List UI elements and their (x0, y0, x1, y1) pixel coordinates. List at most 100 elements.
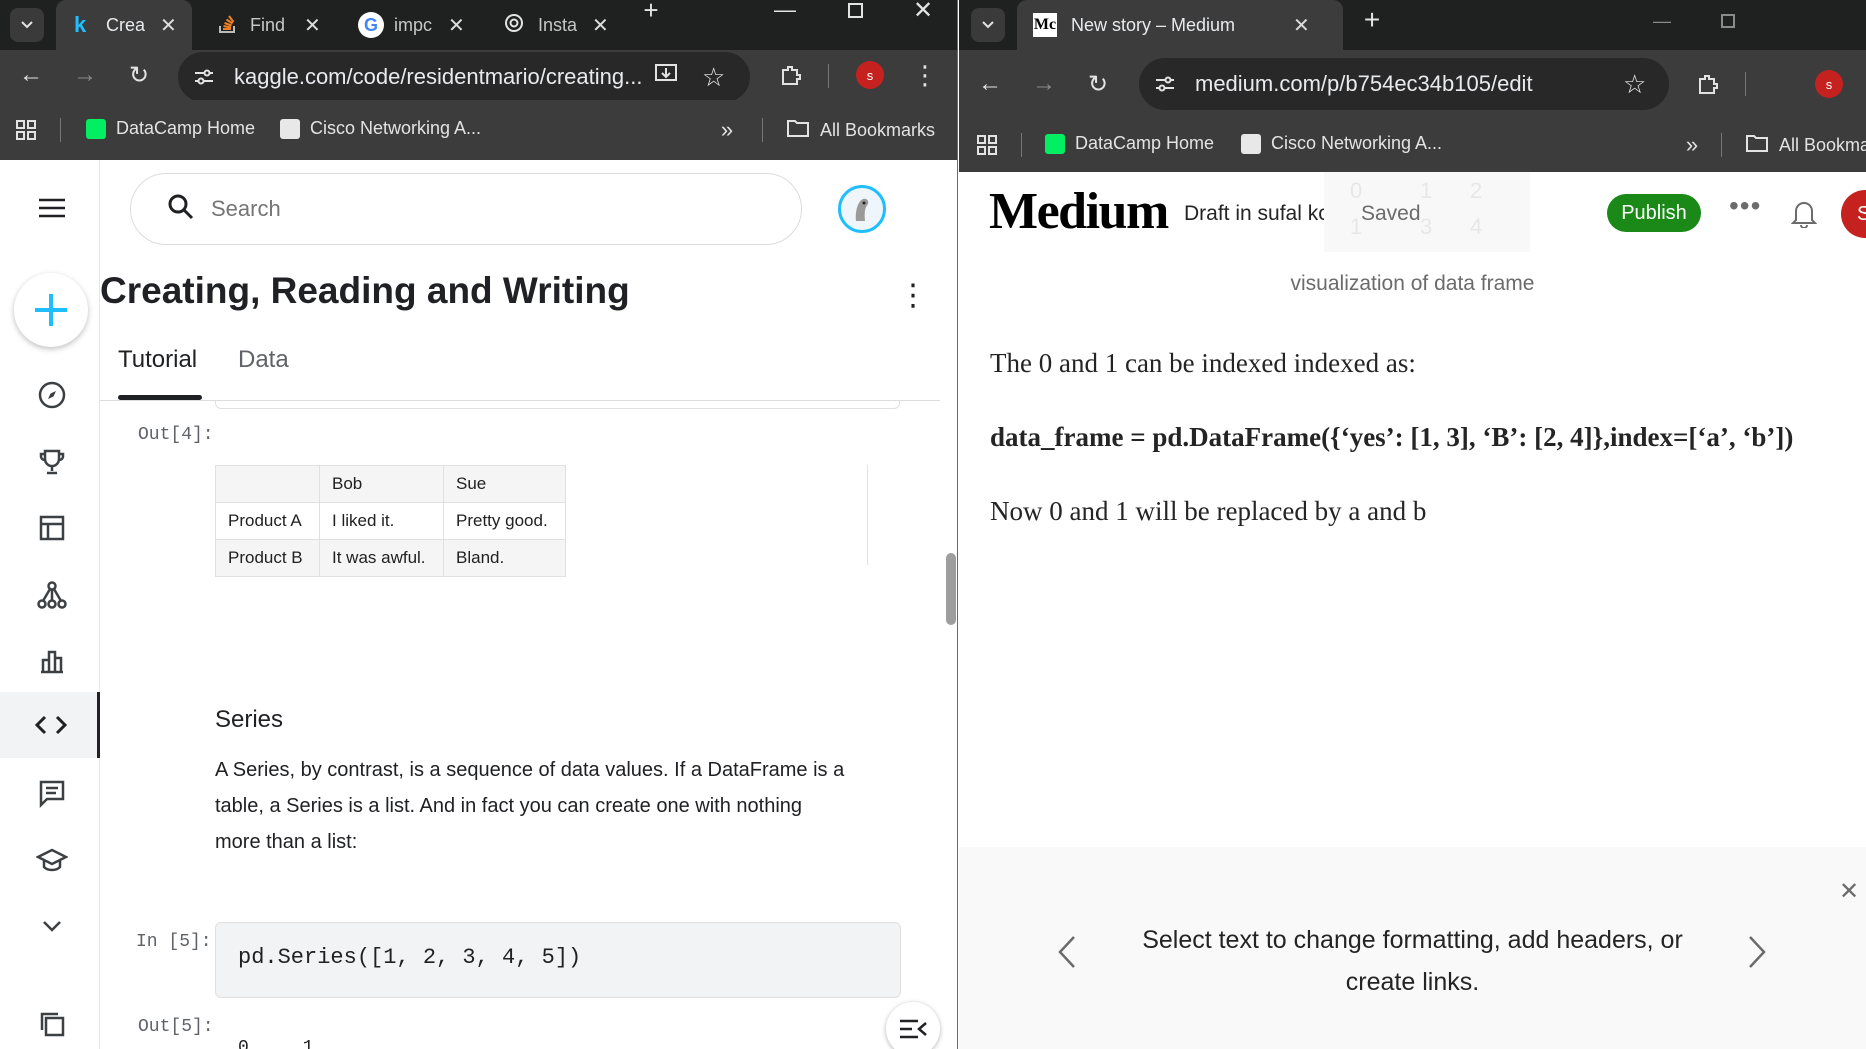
new-tab-plus-icon[interactable]: + (1357, 4, 1387, 35)
back-arrow-icon[interactable]: ← (16, 60, 46, 90)
datasets-table-icon[interactable] (30, 506, 74, 550)
more-vertical-icon[interactable]: ⋮ (898, 278, 928, 313)
sidebar-item-code[interactable] (0, 692, 100, 758)
more-vertical-icon[interactable]: ⋮ (910, 60, 940, 90)
trophy-icon[interactable] (30, 440, 74, 484)
story-paragraph[interactable]: Now 0 and 1 will be replaced by a and b (990, 496, 1426, 527)
search-input[interactable] (211, 196, 691, 222)
chevron-right-icon[interactable] (1747, 935, 1767, 974)
extensions-puzzle-icon[interactable] (776, 60, 806, 90)
bar-chart-icon[interactable] (30, 639, 74, 683)
maximize-icon[interactable] (840, 0, 870, 20)
series-output: 0 1 (238, 1038, 314, 1049)
user-avatar[interactable]: S (1841, 190, 1866, 238)
profile-avatar[interactable]: s (1815, 70, 1843, 98)
extensions-puzzle-icon[interactable] (1693, 69, 1723, 99)
medium-editor-page: Medium Draft in sufal kc 0 1 2 1 3 4 Sav… (959, 172, 1866, 1049)
tab-label: Insta (538, 14, 578, 35)
menu-hamburger-icon[interactable] (30, 186, 74, 230)
bookmark-cisco[interactable]: Cisco Networking A... (280, 118, 481, 139)
table-row: Product A I liked it. Pretty good. (215, 502, 566, 540)
your-work-icon[interactable] (30, 1002, 74, 1046)
url-text[interactable]: medium.com/p/b754ec34b105/edit (1195, 71, 1533, 97)
reload-icon[interactable]: ↻ (124, 60, 154, 90)
story-paragraph[interactable]: The 0 and 1 can be indexed indexed as: (990, 348, 1416, 379)
learn-graduation-cap-icon[interactable] (30, 838, 74, 882)
paragraph-line: A Series, by contrast, is a sequence of … (215, 759, 845, 781)
close-icon[interactable]: ✕ (592, 13, 609, 38)
close-icon[interactable]: ✕ (160, 13, 177, 38)
address-bar[interactable]: kaggle.com/code/residentmario/creating..… (178, 52, 750, 102)
saved-status: Saved (1361, 202, 1421, 225)
bookmark-star-icon[interactable]: ☆ (702, 62, 725, 93)
previous-cell-bottom (215, 401, 900, 409)
forward-arrow-icon[interactable]: → (1029, 69, 1059, 99)
reload-icon[interactable]: ↻ (1083, 69, 1113, 99)
new-tab-plus-icon[interactable]: + (636, 0, 666, 25)
kaggle-search-box[interactable] (130, 173, 802, 245)
all-bookmarks-button[interactable]: All Bookmarks (786, 118, 935, 143)
url-text[interactable]: kaggle.com/code/residentmario/creating..… (234, 64, 642, 90)
more-options-icon[interactable]: ••• (1729, 190, 1761, 222)
vertical-scrollbar-thumb[interactable] (946, 553, 956, 625)
image-caption[interactable]: visualization of data frame (959, 272, 1866, 296)
datacamp-icon (1045, 133, 1065, 154)
publish-button[interactable]: Publish (1607, 194, 1701, 232)
navigation-toolbar: ← → ↻ medium.com/p/b754ec34b105/edit ☆ s (959, 50, 1866, 118)
minimize-icon[interactable]: — (770, 0, 800, 22)
minimize-icon[interactable]: — (1647, 8, 1677, 34)
apps-grid-icon[interactable] (975, 133, 999, 157)
tab-medium[interactable]: Mc New story – Medium ✕ (1017, 0, 1343, 50)
bookmark-datacamp[interactable]: DataCamp Home (86, 118, 255, 139)
user-avatar[interactable] (838, 185, 886, 233)
back-arrow-icon[interactable]: ← (975, 69, 1005, 99)
tab-data[interactable]: Data (238, 346, 289, 374)
close-icon[interactable]: ✕ (304, 13, 321, 38)
ghost-digit: 3 (1420, 214, 1433, 239)
dataframe-output-table: Bob Sue Product A I liked it. Pretty goo… (215, 465, 566, 577)
forward-arrow-icon[interactable]: → (70, 60, 100, 90)
close-icon[interactable]: ✕ (1293, 13, 1310, 38)
chevron-down-icon[interactable] (30, 904, 74, 948)
discussion-icon[interactable] (30, 771, 74, 815)
plus-icon (35, 294, 67, 326)
close-icon[interactable]: ✕ (448, 13, 465, 38)
tip-line: Select text to change formatting, add he… (1142, 926, 1683, 954)
all-bookmarks-button[interactable]: All Bookma (1745, 133, 1866, 158)
profile-avatar[interactable]: s (856, 61, 884, 89)
notifications-bell-icon[interactable] (1790, 198, 1818, 233)
output-prompt: Out[4]: (138, 425, 214, 445)
story-paragraph[interactable]: data_frame = pd.DataFrame({‘yes’: [1, 3]… (990, 422, 1793, 453)
table-of-contents-button[interactable] (886, 1002, 940, 1049)
bookmark-datacamp[interactable]: DataCamp Home (1045, 133, 1214, 154)
models-icon[interactable] (30, 573, 74, 617)
table-index-cell: Product A (215, 502, 320, 540)
create-button[interactable] (14, 273, 88, 347)
install-app-icon[interactable] (654, 62, 680, 92)
tab-kaggle[interactable]: k Crea ✕ (56, 0, 192, 50)
maximize-icon[interactable] (1713, 8, 1743, 34)
tab-stackoverflow[interactable]: Find ✕ (200, 0, 336, 50)
draft-label: Draft in sufal kc (1184, 202, 1329, 225)
tab-tutorial[interactable]: Tutorial (118, 346, 197, 374)
apps-grid-icon[interactable] (14, 118, 38, 142)
compass-icon[interactable] (30, 373, 74, 417)
chevron-double-right-icon[interactable]: » (712, 117, 742, 142)
series-heading: Series (215, 706, 284, 733)
close-window-icon[interactable]: ✕ (908, 0, 938, 24)
site-settings-icon[interactable] (1153, 72, 1177, 96)
bookmarks-divider (60, 118, 61, 142)
tab-search-icon[interactable] (971, 8, 1005, 42)
tab-google[interactable]: G impc ✕ (344, 0, 480, 50)
bookmark-cisco[interactable]: Cisco Networking A... (1241, 133, 1442, 154)
tab-search-icon[interactable] (10, 8, 44, 42)
bookmark-star-icon[interactable]: ☆ (1623, 69, 1646, 100)
code-cell[interactable]: pd.Series([1, 2, 3, 4, 5]) (215, 922, 901, 998)
address-bar[interactable]: medium.com/p/b754ec34b105/edit ☆ (1139, 58, 1669, 110)
tab-openai[interactable]: Insta ✕ (488, 0, 624, 50)
chevron-double-right-icon[interactable]: » (1677, 132, 1707, 157)
close-icon[interactable]: ✕ (1839, 877, 1859, 906)
code-text[interactable]: pd.Series([1, 2, 3, 4, 5]) (238, 945, 581, 970)
medium-logo[interactable]: Medium (989, 182, 1169, 241)
site-settings-icon[interactable] (192, 65, 216, 89)
